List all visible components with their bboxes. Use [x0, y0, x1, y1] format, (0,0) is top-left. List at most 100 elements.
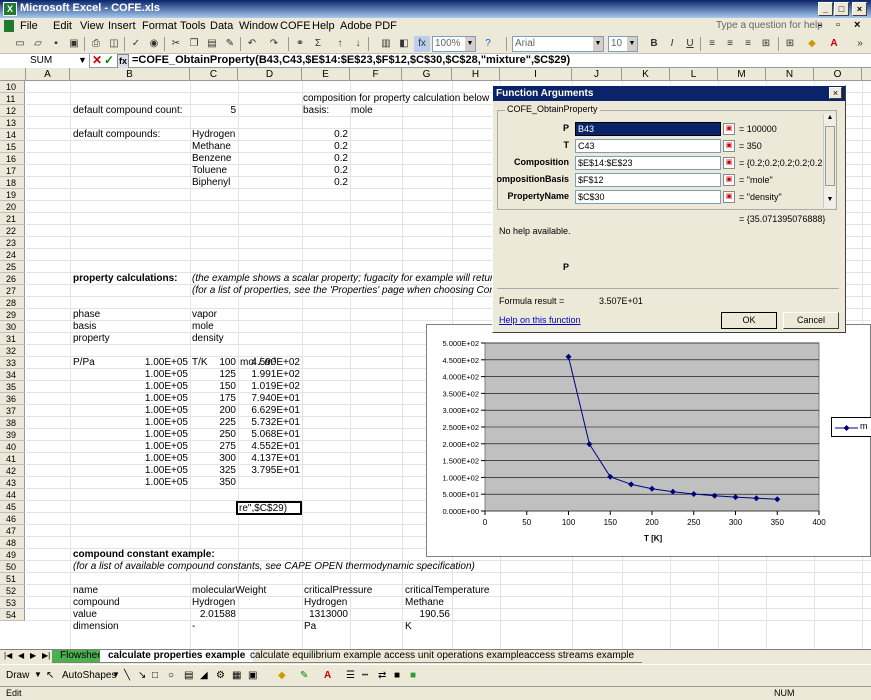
arg-input[interactable]: C43 [575, 139, 721, 153]
row-header[interactable]: 13 [0, 117, 25, 129]
underline-icon[interactable]: U [682, 36, 698, 52]
select-objects-icon[interactable]: ↖ [46, 670, 54, 681]
row-header[interactable]: 34 [0, 369, 25, 381]
tab-calculate-properties[interactable]: calculate properties example [100, 650, 254, 663]
pressure-cell[interactable]: 1.00E+05 [70, 441, 188, 453]
last-sheet-icon[interactable]: ▶| [42, 651, 50, 660]
cell-g53[interactable]: K [405, 621, 412, 633]
pressure-cell[interactable]: 1.00E+05 [70, 381, 188, 393]
spelling-icon[interactable]: ✓ [128, 36, 144, 52]
row-header[interactable]: 17 [0, 165, 25, 177]
fill-color-draw-icon[interactable]: ◆ [278, 670, 286, 681]
temperature-cell[interactable]: 325 [190, 465, 236, 477]
density-cell[interactable]: 4.590E+02 [238, 357, 300, 369]
row-header[interactable]: 44 [0, 489, 25, 501]
col-header-i[interactable]: I [500, 68, 572, 81]
drawing-icon[interactable]: ◧ [396, 36, 412, 52]
ask-question-box[interactable]: Type a question for help [716, 20, 823, 31]
bold-icon[interactable]: B [646, 36, 662, 52]
row-header[interactable]: 15 [0, 141, 25, 153]
cancel-button[interactable]: Cancel [783, 312, 839, 329]
menu-window[interactable]: Window [239, 20, 278, 32]
research-icon[interactable]: ◉ [146, 36, 162, 52]
pressure-cell[interactable]: 1.00E+05 [70, 357, 188, 369]
row-header[interactable]: 29 [0, 309, 25, 321]
preview-icon[interactable]: ◫ [106, 36, 122, 52]
density-cell[interactable]: 5.068E+01 [238, 429, 300, 441]
col-header-k[interactable]: K [622, 68, 670, 81]
fill-color-icon[interactable]: ◆ [804, 36, 820, 52]
cell-g50[interactable]: criticalTemperature [405, 585, 489, 597]
col-header-h[interactable]: H [452, 68, 500, 81]
cell-f12[interactable]: mole [351, 105, 373, 117]
col-header-l[interactable]: L [670, 68, 718, 81]
3d-icon[interactable]: ■ [410, 670, 416, 681]
row-header[interactable]: 52 [0, 585, 25, 597]
enter-icon[interactable]: ✓ [104, 54, 114, 67]
draw-menu[interactable]: Draw [6, 670, 29, 681]
redo-icon[interactable]: ↷ [266, 36, 282, 52]
help-link[interactable]: Help on this function [499, 315, 581, 325]
density-cell[interactable]: 7.940E+01 [238, 393, 300, 405]
font-dropdown-icon[interactable]: ▼ [593, 37, 603, 51]
row-header[interactable]: 39 [0, 429, 25, 441]
zoom-dropdown-icon[interactable]: ▼ [465, 37, 475, 51]
select-all-corner[interactable] [0, 68, 26, 81]
autoshapes-dropdown-icon[interactable]: ▼ [112, 670, 120, 679]
align-right-icon[interactable]: ≡ [740, 36, 756, 52]
row-header[interactable]: 33 [0, 357, 25, 369]
cell-c26[interactable]: (for a list of properties, see the 'Prop… [192, 285, 498, 297]
collapse-dialog-icon[interactable]: ▣ [723, 123, 735, 135]
temperature-cell[interactable]: 175 [190, 393, 236, 405]
collapse-dialog-icon[interactable]: ▣ [723, 174, 735, 186]
compound-cell[interactable]: Hydrogen [192, 129, 235, 141]
cell-b51[interactable]: compound [73, 597, 120, 609]
textbox-icon[interactable]: ▤ [184, 670, 193, 681]
row-header[interactable]: 40 [0, 441, 25, 453]
chart-legend[interactable]: m [831, 417, 871, 437]
merge-center-icon[interactable]: ⊞ [758, 36, 774, 52]
cell-c50[interactable]: molecularWeight [192, 585, 266, 597]
menu-insert[interactable]: Insert [108, 20, 136, 32]
col-header-c[interactable]: C [190, 68, 238, 81]
col-header-f[interactable]: F [350, 68, 402, 81]
oval-icon[interactable]: ○ [168, 670, 174, 681]
scroll-thumb[interactable] [825, 126, 835, 186]
temperature-cell[interactable]: 300 [190, 453, 236, 465]
clipart-icon[interactable]: ▦ [232, 670, 241, 681]
cell-c52[interactable]: 2.01588 [190, 609, 236, 621]
arg-input[interactable]: $C$30 [575, 190, 721, 204]
density-cell[interactable]: 1.991E+02 [238, 369, 300, 381]
density-cell[interactable]: 4.137E+01 [238, 453, 300, 465]
row-header[interactable]: 19 [0, 189, 25, 201]
autoshapes-menu[interactable]: AutoShapes [62, 670, 117, 681]
arg-input[interactable]: $F$12 [575, 173, 721, 187]
temperature-cell[interactable]: 250 [190, 429, 236, 441]
hyperlink-icon[interactable]: ⚭ [292, 36, 308, 52]
density-cell[interactable]: 1.019E+02 [238, 381, 300, 393]
temperature-cell[interactable]: 275 [190, 441, 236, 453]
pressure-cell[interactable]: 1.00E+05 [70, 429, 188, 441]
italic-icon[interactable]: I [664, 36, 680, 52]
doc-restore-icon[interactable]: ▫ [836, 19, 840, 31]
tab-calculate-equilibrium[interactable]: calculate equilibrium example [242, 650, 390, 663]
help-icon[interactable]: ? [480, 36, 496, 52]
row-header[interactable]: 32 [0, 345, 25, 357]
menu-file[interactable]: File [20, 20, 38, 32]
col-header-d[interactable]: D [238, 68, 302, 81]
compound-cell[interactable]: Benzene [192, 153, 231, 165]
insert-function-icon[interactable]: fx [414, 36, 430, 52]
row-header[interactable]: 24 [0, 249, 25, 261]
cell-b48[interactable]: (for a list of available compound consta… [73, 561, 475, 573]
col-header-n[interactable]: N [766, 68, 814, 81]
line-color-icon[interactable]: ✎ [300, 670, 308, 681]
dash-style-icon[interactable]: ┅ [362, 670, 368, 681]
chart-wizard-icon[interactable]: ▥ [378, 36, 394, 52]
row-header[interactable]: 35 [0, 381, 25, 393]
next-sheet-icon[interactable]: ▶ [30, 651, 36, 660]
dialog-close-icon[interactable]: × [829, 87, 842, 99]
close-icon[interactable]: × [852, 2, 867, 16]
col-header-j[interactable]: J [572, 68, 622, 81]
cell-e51[interactable]: Hydrogen [304, 597, 347, 609]
tab-access-streams[interactable]: access streams example [516, 650, 643, 663]
